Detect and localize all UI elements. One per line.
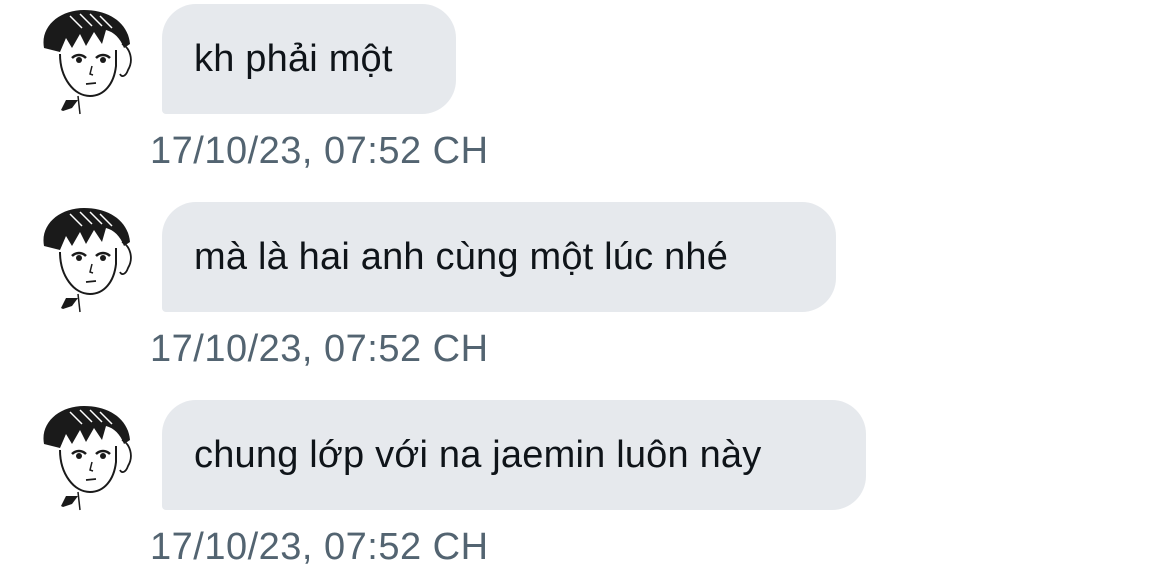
message-timestamp: 17/10/23, 07:52 CH	[150, 526, 489, 568]
message-group-1: kh phải một 17/10/23, 07:52 CH	[0, 0, 1170, 190]
message-text: mà là hai anh cùng một lúc nhé	[194, 235, 729, 278]
manga-boy-avatar-icon	[30, 202, 142, 314]
manga-boy-avatar-icon	[30, 400, 142, 512]
sender-avatar[interactable]	[30, 202, 142, 314]
message-text: chung lớp với na jaemin luôn này	[194, 433, 762, 476]
message-bubble[interactable]: chung lớp với na jaemin luôn này	[162, 400, 866, 510]
message-bubble[interactable]: mà là hai anh cùng một lúc nhé	[162, 202, 836, 312]
message-group-3: chung lớp với na jaemin luôn này 17/10/2…	[0, 396, 1170, 586]
sender-avatar[interactable]	[30, 4, 142, 116]
message-timestamp: 17/10/23, 07:52 CH	[150, 130, 489, 172]
manga-boy-avatar-icon	[30, 4, 142, 116]
message-timestamp: 17/10/23, 07:52 CH	[150, 328, 489, 370]
sender-avatar[interactable]	[30, 400, 142, 512]
message-group-2: mà là hai anh cùng một lúc nhé 17/10/23,…	[0, 198, 1170, 388]
message-text: kh phải một	[194, 37, 393, 80]
message-bubble[interactable]: kh phải một	[162, 4, 456, 114]
